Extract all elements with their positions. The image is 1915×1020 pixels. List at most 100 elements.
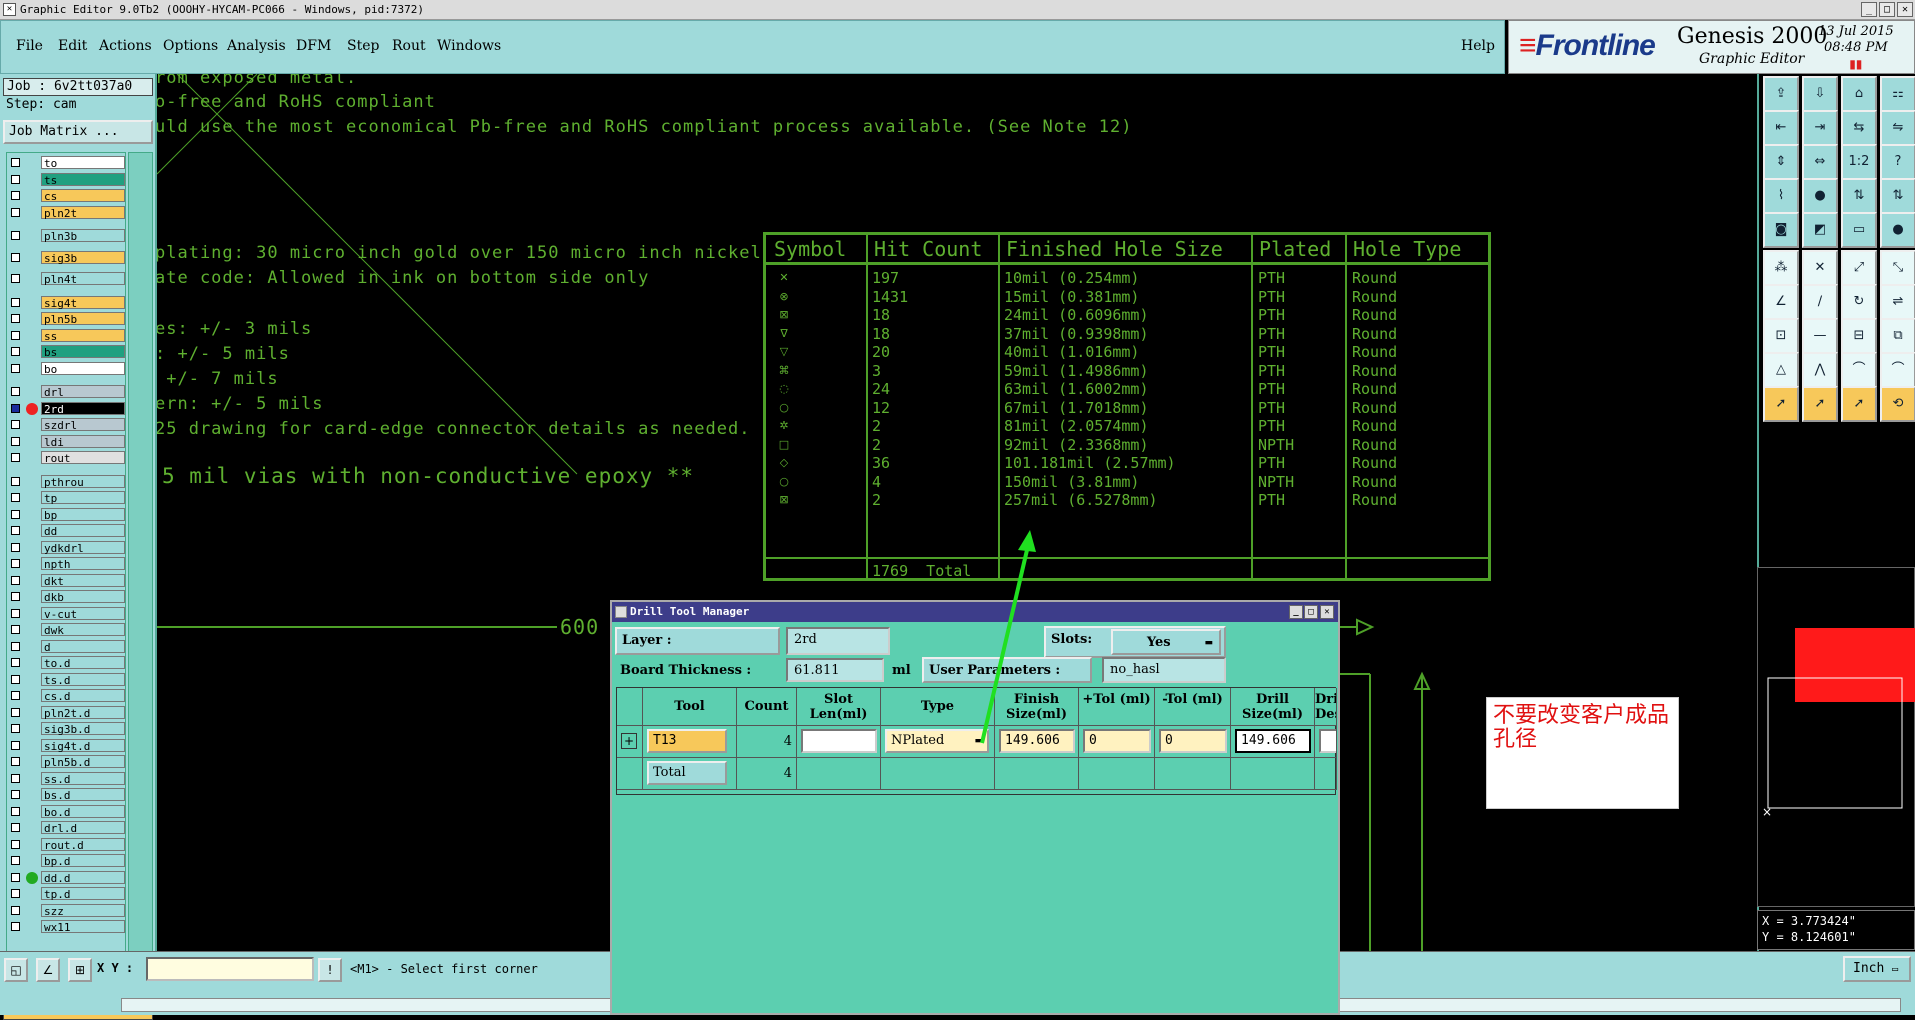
line-icon[interactable]: ∕ [1802, 284, 1838, 320]
plus-tol-input[interactable]: 0 [1083, 729, 1151, 753]
rotate-icon[interactable]: ↻ [1841, 284, 1877, 320]
delete-icon[interactable]: ✕ [1802, 250, 1838, 286]
layer-checkbox[interactable] [11, 740, 20, 750]
layer-checkbox[interactable] [11, 453, 20, 462]
layer-checkbox[interactable] [11, 330, 20, 340]
layer-checkbox[interactable] [11, 158, 20, 167]
user-parameters-field[interactable]: no_hasl [1102, 657, 1226, 683]
layer-row[interactable]: sig3b [7, 250, 127, 265]
layer-row[interactable]: 2rd [7, 401, 127, 416]
layer-checkbox[interactable] [11, 839, 20, 849]
layer-checkbox[interactable] [11, 252, 20, 262]
layer-row[interactable]: ldi [7, 434, 127, 449]
layer-checkbox[interactable] [11, 724, 20, 733]
slot-len-input[interactable] [801, 729, 877, 753]
layer-list-scrollbar[interactable] [128, 152, 153, 980]
toggle-icon[interactable]: ⇋ [1880, 110, 1915, 146]
user-parameters-button[interactable]: User Parameters : [922, 657, 1092, 683]
layer-row[interactable]: bs [7, 344, 127, 359]
layer-row[interactable]: sig4t [7, 295, 127, 310]
layer-checkbox[interactable] [11, 889, 20, 898]
job-matrix-button[interactable]: Job Matrix ... [3, 120, 153, 144]
layer-checkbox[interactable] [11, 493, 20, 502]
layer-checkbox[interactable] [11, 314, 20, 323]
layer-checkbox[interactable] [11, 542, 20, 552]
add-circle-icon[interactable]: ● [1880, 212, 1915, 248]
layer-checkbox[interactable] [11, 363, 20, 373]
layer-checkbox[interactable] [11, 231, 20, 240]
layer-checkbox[interactable] [11, 658, 20, 667]
layer-checkbox[interactable] [11, 625, 20, 634]
layer-checkbox[interactable] [11, 575, 20, 585]
layer-row[interactable]: bs.d [7, 787, 127, 802]
layer-checkbox[interactable] [11, 476, 20, 486]
select-layers-icon[interactable]: ⇅ [1841, 178, 1877, 214]
layer-row[interactable]: sig4t.d [7, 738, 127, 753]
layer-row[interactable]: ts.d [7, 672, 127, 687]
layer-row[interactable]: npth [7, 556, 127, 571]
layer-row[interactable]: cs [7, 188, 127, 203]
menu-step[interactable]: Step [347, 38, 379, 54]
layer-checkbox[interactable] [11, 691, 20, 700]
drill-des-input[interactable] [1319, 729, 1336, 753]
layer-checkbox[interactable] [11, 856, 20, 865]
layer-checkbox[interactable] [11, 509, 20, 519]
draw-path-icon[interactable]: ⌒ [1880, 352, 1915, 388]
xy-input[interactable] [146, 957, 314, 981]
dialog-maximize-button[interactable]: □ [1304, 605, 1318, 619]
layer-row[interactable]: pln2t [7, 205, 127, 220]
layer-row[interactable]: cs.d [7, 688, 127, 703]
move-layers-icon[interactable]: ⇅ [1880, 178, 1915, 214]
layer-row[interactable]: ss [7, 328, 127, 343]
menu-analysis[interactable]: Analysis [227, 38, 286, 54]
layer-checkbox[interactable] [11, 526, 20, 535]
layer-row[interactable]: dkb [7, 589, 127, 604]
layer-row[interactable]: pln2t.d [7, 705, 127, 720]
menu-actions[interactable]: Actions [99, 38, 152, 54]
add-line-icon[interactable]: ▭ [1841, 212, 1877, 248]
info-icon[interactable]: ! [318, 958, 342, 982]
layer-row[interactable]: bo [7, 361, 127, 376]
layer-row[interactable]: dd.d [7, 870, 127, 885]
zoom-area-icon[interactable]: ◱ [4, 958, 28, 982]
menu-windows[interactable]: Windows [437, 38, 501, 54]
layer-row[interactable]: bp.d [7, 853, 127, 868]
pad-icon[interactable]: ● [1802, 178, 1838, 214]
overview-map[interactable]: × [1757, 567, 1915, 907]
layer-checkbox[interactable] [11, 674, 20, 684]
finish-size-input[interactable]: 149.606 [999, 729, 1075, 753]
layer-row[interactable]: tp [7, 490, 127, 505]
measure-icon[interactable]: ∠ [36, 958, 60, 982]
layer-checkbox[interactable] [11, 806, 20, 816]
group-icon[interactable]: ⧉ [1880, 318, 1915, 354]
layer-checkbox[interactable] [11, 559, 20, 568]
layer-checkbox[interactable] [11, 347, 20, 356]
lasso-icon[interactable]: ➚ [1841, 386, 1877, 422]
layer-row[interactable]: ydkdrl [7, 540, 127, 555]
layer-checkbox[interactable] [11, 872, 20, 882]
connect-icon[interactable]: ⁂ [1763, 250, 1799, 286]
layer-row[interactable]: rout [7, 450, 127, 465]
layer-checkbox[interactable] [11, 191, 20, 200]
layer-row[interactable]: sig3b.d [7, 721, 127, 736]
layer-row[interactable]: ts [7, 172, 127, 187]
layer-checkbox[interactable] [11, 773, 20, 783]
dialog-close-button[interactable]: ✕ [1320, 605, 1334, 619]
layer-checkbox[interactable] [11, 207, 20, 217]
layer-row[interactable]: rout.d [7, 837, 127, 852]
layer-row[interactable]: wx11 [7, 919, 127, 934]
layer-checkbox[interactable] [11, 757, 20, 766]
minimize-button[interactable]: _ [1861, 2, 1877, 17]
layer-checkbox[interactable] [11, 641, 20, 651]
layer-checkbox[interactable] [11, 436, 20, 446]
layer-checkbox[interactable] [11, 922, 20, 931]
open-icon[interactable]: ⇪ [1763, 76, 1799, 112]
prev-icon[interactable]: ⇤ [1763, 110, 1799, 146]
layer-row[interactable]: tp.d [7, 886, 127, 901]
draw-triangle-icon[interactable]: △ [1763, 352, 1799, 388]
dialog-minimize-button[interactable]: _ [1289, 605, 1303, 619]
layer-checkbox[interactable] [11, 297, 20, 307]
save-icon[interactable]: ⇩ [1802, 76, 1838, 112]
pointer-icon[interactable]: ➚ [1763, 386, 1799, 422]
drill-size-input[interactable]: 149.606 [1235, 729, 1311, 753]
